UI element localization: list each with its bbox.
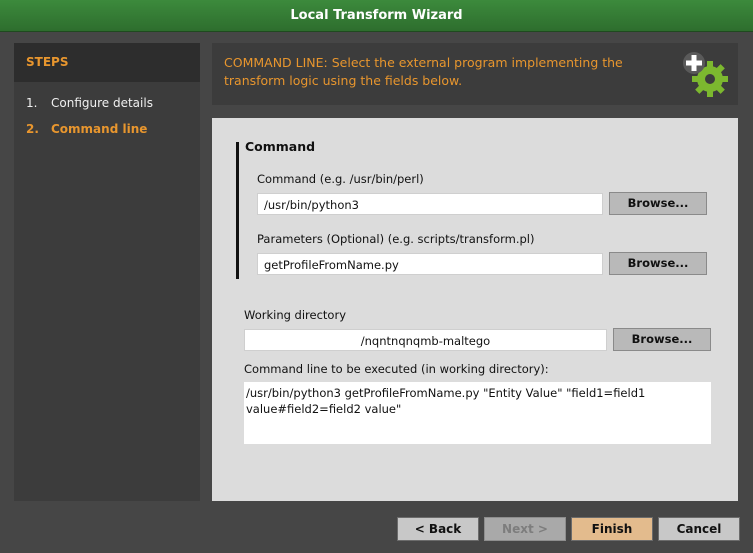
cancel-button[interactable]: Cancel <box>658 517 740 541</box>
command-label: Command (e.g. /usr/bin/perl) <box>257 172 424 186</box>
step-label: Command line <box>51 122 148 136</box>
step-label: Configure details <box>51 96 153 110</box>
working-directory-label: Working directory <box>244 308 347 322</box>
instruction-header: COMMAND LINE: Select the external progra… <box>212 43 738 105</box>
command-browse-button[interactable]: Browse... <box>609 192 707 215</box>
command-field[interactable]: /usr/bin/python3 <box>257 193 603 215</box>
step-number: 2. <box>26 122 39 136</box>
parameters-label: Parameters (Optional) (e.g. scripts/tran… <box>257 232 535 246</box>
working-directory-browse-button[interactable]: Browse... <box>613 328 711 351</box>
steps-list: 1. Configure details 2. Command line <box>14 90 200 142</box>
step-number: 1. <box>26 96 38 110</box>
parameters-field[interactable]: getProfileFromName.py <box>257 253 603 275</box>
gear-plus-icon <box>683 52 728 97</box>
steps-panel: STEPS 1. Configure details 2. Command line <box>14 43 200 501</box>
command-line-preview[interactable]: /usr/bin/python3 getProfileFromName.py "… <box>244 382 711 444</box>
content-panel: Command Command (e.g. /usr/bin/perl) /us… <box>212 118 738 501</box>
command-line-label: Command line to be executed (in working … <box>244 362 549 376</box>
steps-header: STEPS <box>14 43 200 82</box>
back-button[interactable]: < Back <box>397 517 479 541</box>
parameters-browse-button[interactable]: Browse... <box>609 252 707 275</box>
finish-button[interactable]: Finish <box>571 517 653 541</box>
window-title: Local Transform Wizard <box>0 0 753 32</box>
working-directory-field[interactable]: /nqntnqnqmb-maltego <box>244 329 607 351</box>
step-item-configure-details[interactable]: 1. Configure details <box>14 90 200 116</box>
command-group-title: Command <box>245 139 316 154</box>
next-button[interactable]: Next > <box>484 517 566 541</box>
instruction-text: COMMAND LINE: Select the external progra… <box>224 55 623 88</box>
step-item-command-line[interactable]: 2. Command line <box>14 116 200 142</box>
